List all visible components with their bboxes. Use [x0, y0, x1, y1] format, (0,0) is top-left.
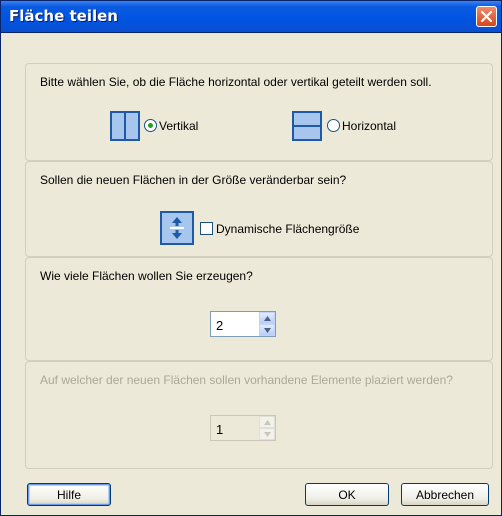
- ok-button[interactable]: OK: [305, 483, 389, 506]
- resizable-question: Sollen die neuen Flächen in der Größe ve…: [40, 173, 347, 187]
- resizable-group: Sollen die neuen Flächen in der Größe ve…: [25, 161, 493, 257]
- target-up-button: [259, 416, 275, 428]
- resize-arrows-icon: [160, 211, 194, 245]
- option-horizontal-label[interactable]: Horizontal: [342, 119, 396, 133]
- chevron-up-icon: [263, 419, 271, 425]
- window-title: Fläche teilen: [9, 7, 118, 25]
- count-down-button[interactable]: [259, 324, 275, 336]
- target-group: Auf welcher der neuen Flächen sollen vor…: [25, 361, 493, 469]
- radio-vertical[interactable]: [144, 119, 157, 132]
- chevron-up-icon: [263, 315, 271, 321]
- dynamic-size-label[interactable]: Dynamische Flächengröße: [216, 222, 359, 236]
- title-bar[interactable]: Fläche teilen: [1, 1, 501, 33]
- radio-horizontal[interactable]: [327, 119, 340, 132]
- option-vertical-label[interactable]: Vertikal: [159, 119, 198, 133]
- dynamic-size-checkbox[interactable]: [200, 222, 213, 235]
- target-question: Auf welcher der neuen Flächen sollen vor…: [40, 373, 453, 387]
- close-button[interactable]: [476, 6, 497, 27]
- count-question: Wie viele Flächen wollen Sie erzeugen?: [40, 269, 253, 283]
- cancel-button[interactable]: Abbrechen: [401, 483, 489, 506]
- count-spinner[interactable]: 2: [210, 311, 276, 337]
- direction-group: Bitte wählen Sie, ob die Fläche horizont…: [25, 63, 493, 161]
- count-up-button[interactable]: [259, 312, 275, 324]
- count-value[interactable]: 2: [216, 318, 223, 333]
- target-spinner: 1: [210, 415, 276, 441]
- close-icon: [480, 10, 493, 23]
- vertical-split-icon[interactable]: [110, 111, 140, 141]
- dialog-window: Fläche teilen Bitte wählen Sie, ob die F…: [0, 0, 502, 516]
- dialog-body: Bitte wählen Sie, ob die Fläche horizont…: [5, 35, 497, 511]
- count-group: Wie viele Flächen wollen Sie erzeugen? 2: [25, 257, 493, 361]
- chevron-down-icon: [263, 327, 271, 333]
- target-value: 1: [216, 422, 224, 437]
- target-down-button: [259, 428, 275, 440]
- help-button[interactable]: Hilfe: [27, 483, 111, 506]
- direction-question: Bitte wählen Sie, ob die Fläche horizont…: [40, 75, 432, 89]
- horizontal-split-icon[interactable]: [292, 111, 322, 141]
- chevron-down-icon: [263, 431, 271, 437]
